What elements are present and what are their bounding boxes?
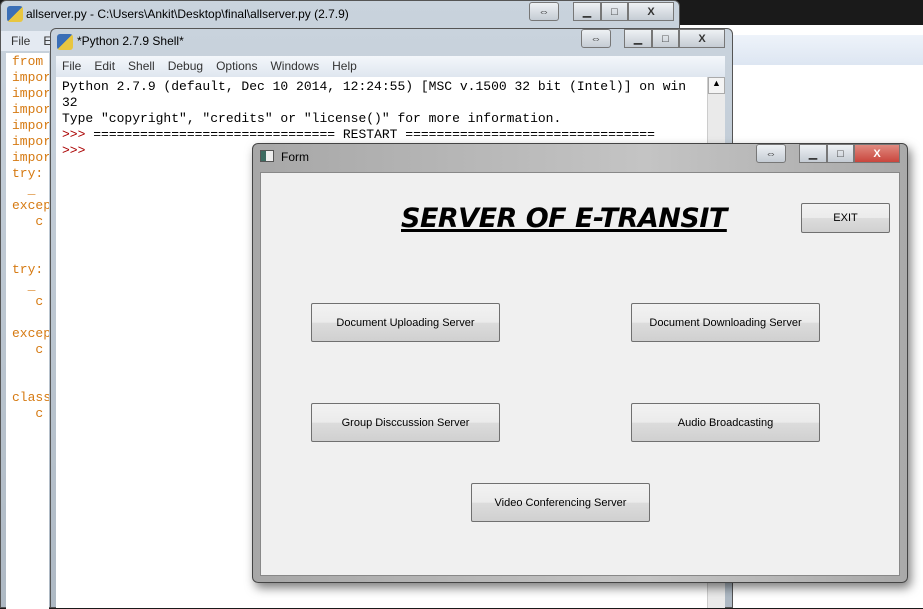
code-line: c bbox=[12, 214, 44, 229]
restart-line: =============================== RESTART … bbox=[93, 127, 655, 142]
code-line: impor bbox=[12, 118, 49, 133]
form-icon bbox=[260, 150, 274, 162]
close-button[interactable]: X bbox=[679, 29, 725, 48]
menu-windows[interactable]: Windows bbox=[270, 59, 319, 77]
page-title: SERVER OF E-TRANSIT bbox=[401, 203, 727, 234]
document-uploading-server-button[interactable]: Document Uploading Server bbox=[311, 303, 500, 342]
group-discussion-server-button[interactable]: Group Disccussion Server bbox=[311, 403, 500, 442]
minimize-button[interactable]: ▁ bbox=[624, 29, 652, 48]
exit-button[interactable]: EXIT bbox=[801, 203, 890, 233]
maximize-button[interactable]: □ bbox=[652, 29, 679, 48]
code-line: c bbox=[12, 342, 44, 357]
shell-line: 32 bbox=[62, 95, 78, 110]
form-client: SERVER OF E-TRANSIT EXIT Document Upload… bbox=[260, 172, 900, 576]
python-icon bbox=[7, 6, 23, 22]
menu-file[interactable]: File bbox=[62, 59, 81, 77]
code-line: excep bbox=[12, 326, 49, 341]
form-window: Form ⇔ ▁ □ X SERVER OF E-TRANSIT EXIT Do… bbox=[252, 143, 908, 583]
form-title: Form bbox=[281, 150, 309, 164]
menu-edit[interactable]: Edit bbox=[94, 59, 115, 77]
maximize-button[interactable]: □ bbox=[601, 2, 628, 21]
minimize-button[interactable]: ▁ bbox=[573, 2, 601, 21]
code-line: impor bbox=[12, 150, 49, 165]
code-line: class bbox=[12, 390, 49, 405]
prompt: >>> bbox=[62, 127, 94, 142]
scroll-up-icon[interactable]: ▲ bbox=[708, 77, 725, 94]
code-line: excep bbox=[12, 198, 49, 213]
shell-line: Python 2.7.9 (default, Dec 10 2014, 12:2… bbox=[62, 79, 687, 94]
code-line: try: bbox=[12, 166, 44, 181]
code-line: impor bbox=[12, 70, 49, 85]
resize-icon[interactable]: ⇔ bbox=[756, 144, 786, 163]
editor-title: allserver.py - C:\Users\Ankit\Desktop\fi… bbox=[26, 7, 349, 21]
code-line: c bbox=[12, 406, 44, 421]
resize-icon[interactable]: ⇔ bbox=[529, 2, 559, 21]
code-line: c bbox=[12, 294, 44, 309]
code-editor[interactable]: from impor impor impor impor impor impor try: _… bbox=[6, 53, 49, 609]
code-line: from bbox=[12, 54, 44, 69]
python-icon bbox=[57, 34, 73, 50]
minimize-button[interactable]: ▁ bbox=[799, 144, 827, 163]
code-line: impor bbox=[12, 86, 49, 101]
menu-debug[interactable]: Debug bbox=[168, 59, 203, 77]
close-button[interactable]: X bbox=[854, 144, 900, 163]
resize-icon[interactable]: ⇔ bbox=[581, 29, 611, 48]
code-line: impor bbox=[12, 102, 49, 117]
menu-shell[interactable]: Shell bbox=[128, 59, 155, 77]
menu-help[interactable]: Help bbox=[332, 59, 357, 77]
menu-file[interactable]: File bbox=[11, 34, 30, 51]
maximize-button[interactable]: □ bbox=[827, 144, 854, 163]
code-line: _ bbox=[12, 278, 36, 293]
shell-line: Type "copyright", "credits" or "license(… bbox=[62, 111, 562, 126]
code-line: try: bbox=[12, 262, 44, 277]
close-button[interactable]: X bbox=[628, 2, 674, 21]
code-line: _ bbox=[12, 182, 36, 197]
video-conferencing-server-button[interactable]: Video Conferencing Server bbox=[471, 483, 650, 522]
shell-title: *Python 2.7.9 Shell* bbox=[77, 34, 184, 48]
document-downloading-server-button[interactable]: Document Downloading Server bbox=[631, 303, 820, 342]
code-line: impor bbox=[12, 134, 49, 149]
menu-options[interactable]: Options bbox=[216, 59, 257, 77]
audio-broadcasting-button[interactable]: Audio Broadcasting bbox=[631, 403, 820, 442]
